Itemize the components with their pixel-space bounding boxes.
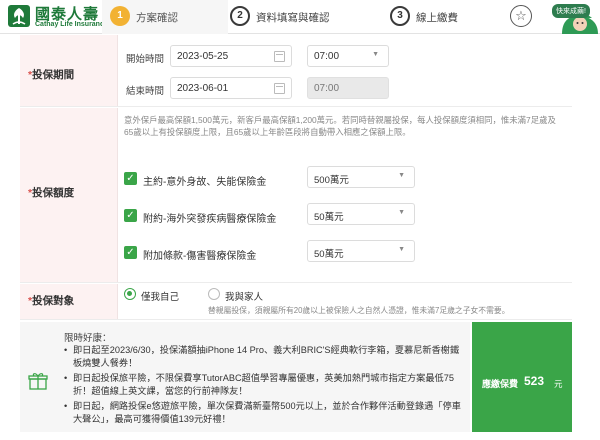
step-number: 3: [390, 6, 410, 26]
radio-label: 我與家人: [225, 292, 264, 303]
coverage-amount-select-injury[interactable]: 50萬元 ▼: [307, 240, 415, 262]
step-label: 方案確認: [136, 12, 178, 24]
cathay-logo[interactable]: 國泰人壽 Cathay Life Insurance: [8, 3, 108, 31]
gift-icon: [28, 373, 48, 390]
promo-item: 即日起至2023/6/30，投保滿額抽iPhone 14 Pro、義大利BRIC…: [64, 344, 466, 370]
top-header: 國泰人壽 Cathay Life Insurance 1 方案確認 2 資料填寫…: [0, 0, 600, 34]
promo-item: 即日起投保旅平險，不限保費享TutorABC超值學習專屬優惠，英美加熱門城市指定…: [64, 372, 466, 398]
chevron-down-icon: ▼: [398, 172, 405, 179]
amount-note: 意外保戶最高保額1,500萬元，新客戶最高保額1,200萬元。若同時替親屬投保，…: [124, 115, 556, 137]
promo-item: 即日起，網路投保e悠遊旅平險，單次保費滿新臺幣500元以上，並於合作夥伴活動登錄…: [64, 400, 466, 426]
end-date-value: 2023-06-01: [177, 83, 229, 94]
target-note: 替親屬投保，須親屬所有20歲以上被保險人之自然人憑證，惟未滿7足歲之子女不需要。: [208, 306, 510, 315]
target-content: 僅我自己 我與家人 替親屬投保，須親屬所有20歲以上被保險人之自然人憑證，惟未滿…: [117, 284, 572, 319]
amount-label: *投保額度: [28, 187, 75, 199]
insurance-period-row: *投保期間 開始時間 2023-05-25 07:00 ▼ 結束時間 2023-…: [20, 35, 572, 107]
start-time-label: 開始時間: [126, 54, 165, 65]
checkbox-checked[interactable]: ✓: [124, 209, 137, 222]
star-icon: ☆: [515, 8, 527, 23]
step-number: 2: [230, 6, 250, 26]
start-date-field[interactable]: 2023-05-25: [170, 45, 292, 67]
chevron-down-icon: ▼: [398, 246, 405, 253]
period-label: *投保期間: [28, 69, 75, 81]
coverage-amount-value: 500萬元: [314, 175, 349, 186]
coverage-amount-select-main[interactable]: 500萬元 ▼: [307, 166, 415, 188]
end-time-label: 結束時間: [126, 86, 165, 97]
end-time-value: 07:00: [314, 83, 340, 94]
step-label: 資料填寫與確認: [256, 12, 330, 24]
progress-steps: 1 方案確認 2 資料填寫與確認 3 線上繳費: [104, 0, 500, 34]
period-content: 開始時間 2023-05-25 07:00 ▼ 結束時間 2023-06-01 …: [117, 35, 572, 106]
promotion-panel: 限時好康： 即日起至2023/6/30，投保滿額抽iPhone 14 Pro、義…: [20, 322, 470, 432]
coverage-name: 附約-海外突發疾病醫療保險金: [143, 214, 277, 225]
end-time-select: 07:00: [307, 77, 389, 99]
coverage-amount-value: 50萬元: [314, 249, 344, 260]
start-date-value: 2023-05-25: [177, 51, 229, 62]
promo-list: 即日起至2023/6/30，投保滿額抽iPhone 14 Pro、義大利BRIC…: [64, 344, 466, 428]
premium-summary[interactable]: 應繳保費 523 元: [472, 322, 572, 432]
step-label: 線上繳費: [416, 12, 458, 24]
start-time-value: 07:00: [314, 51, 340, 62]
premium-label: 應繳保費: [482, 379, 519, 389]
checkbox-checked[interactable]: ✓: [124, 172, 137, 185]
premium-unit: 元: [554, 379, 563, 389]
coverage-name: 附加條款-傷害醫療保險金: [143, 251, 257, 262]
start-time-select[interactable]: 07:00 ▼: [307, 45, 389, 67]
radio-selected-icon: [124, 288, 136, 300]
checkbox-checked[interactable]: ✓: [124, 246, 137, 259]
chevron-down-icon: ▼: [398, 209, 405, 216]
promo-title: 限時好康：: [64, 333, 112, 344]
target-label: *投保對象: [28, 295, 75, 307]
mascot-bubble: 快來成繭!: [552, 4, 590, 18]
coverage-name: 主約-意外身故、失能保險金: [143, 177, 267, 188]
tree-logo-icon: [8, 5, 30, 27]
coverage-amount-select-medical[interactable]: 50萬元 ▼: [307, 203, 415, 225]
insured-target-row: *投保對象 僅我自己 我與家人 替親屬投保，須親屬所有20歲以上被保險人之自然人…: [20, 284, 572, 320]
coverage-amount-value: 50萬元: [314, 212, 344, 223]
radio-unselected-icon: [208, 288, 220, 300]
calendar-icon: [274, 83, 285, 94]
calendar-icon: [274, 51, 285, 62]
step-number: 1: [110, 6, 130, 26]
premium-value: 523: [524, 374, 545, 388]
radio-label: 僅我自己: [141, 292, 180, 303]
insurance-amount-row: *投保額度 意外保戶最高保額1,500萬元，新客戶最高保額1,200萬元。若同時…: [20, 108, 572, 283]
brand-name-en: Cathay Life Insurance: [35, 21, 108, 28]
favorite-button[interactable]: ☆: [510, 5, 532, 27]
amount-content: 意外保戶最高保額1,500萬元，新客戶最高保額1,200萬元。若同時替親屬投保，…: [117, 108, 572, 282]
end-date-field[interactable]: 2023-06-01: [170, 77, 292, 99]
chevron-down-icon: ▼: [372, 51, 379, 58]
